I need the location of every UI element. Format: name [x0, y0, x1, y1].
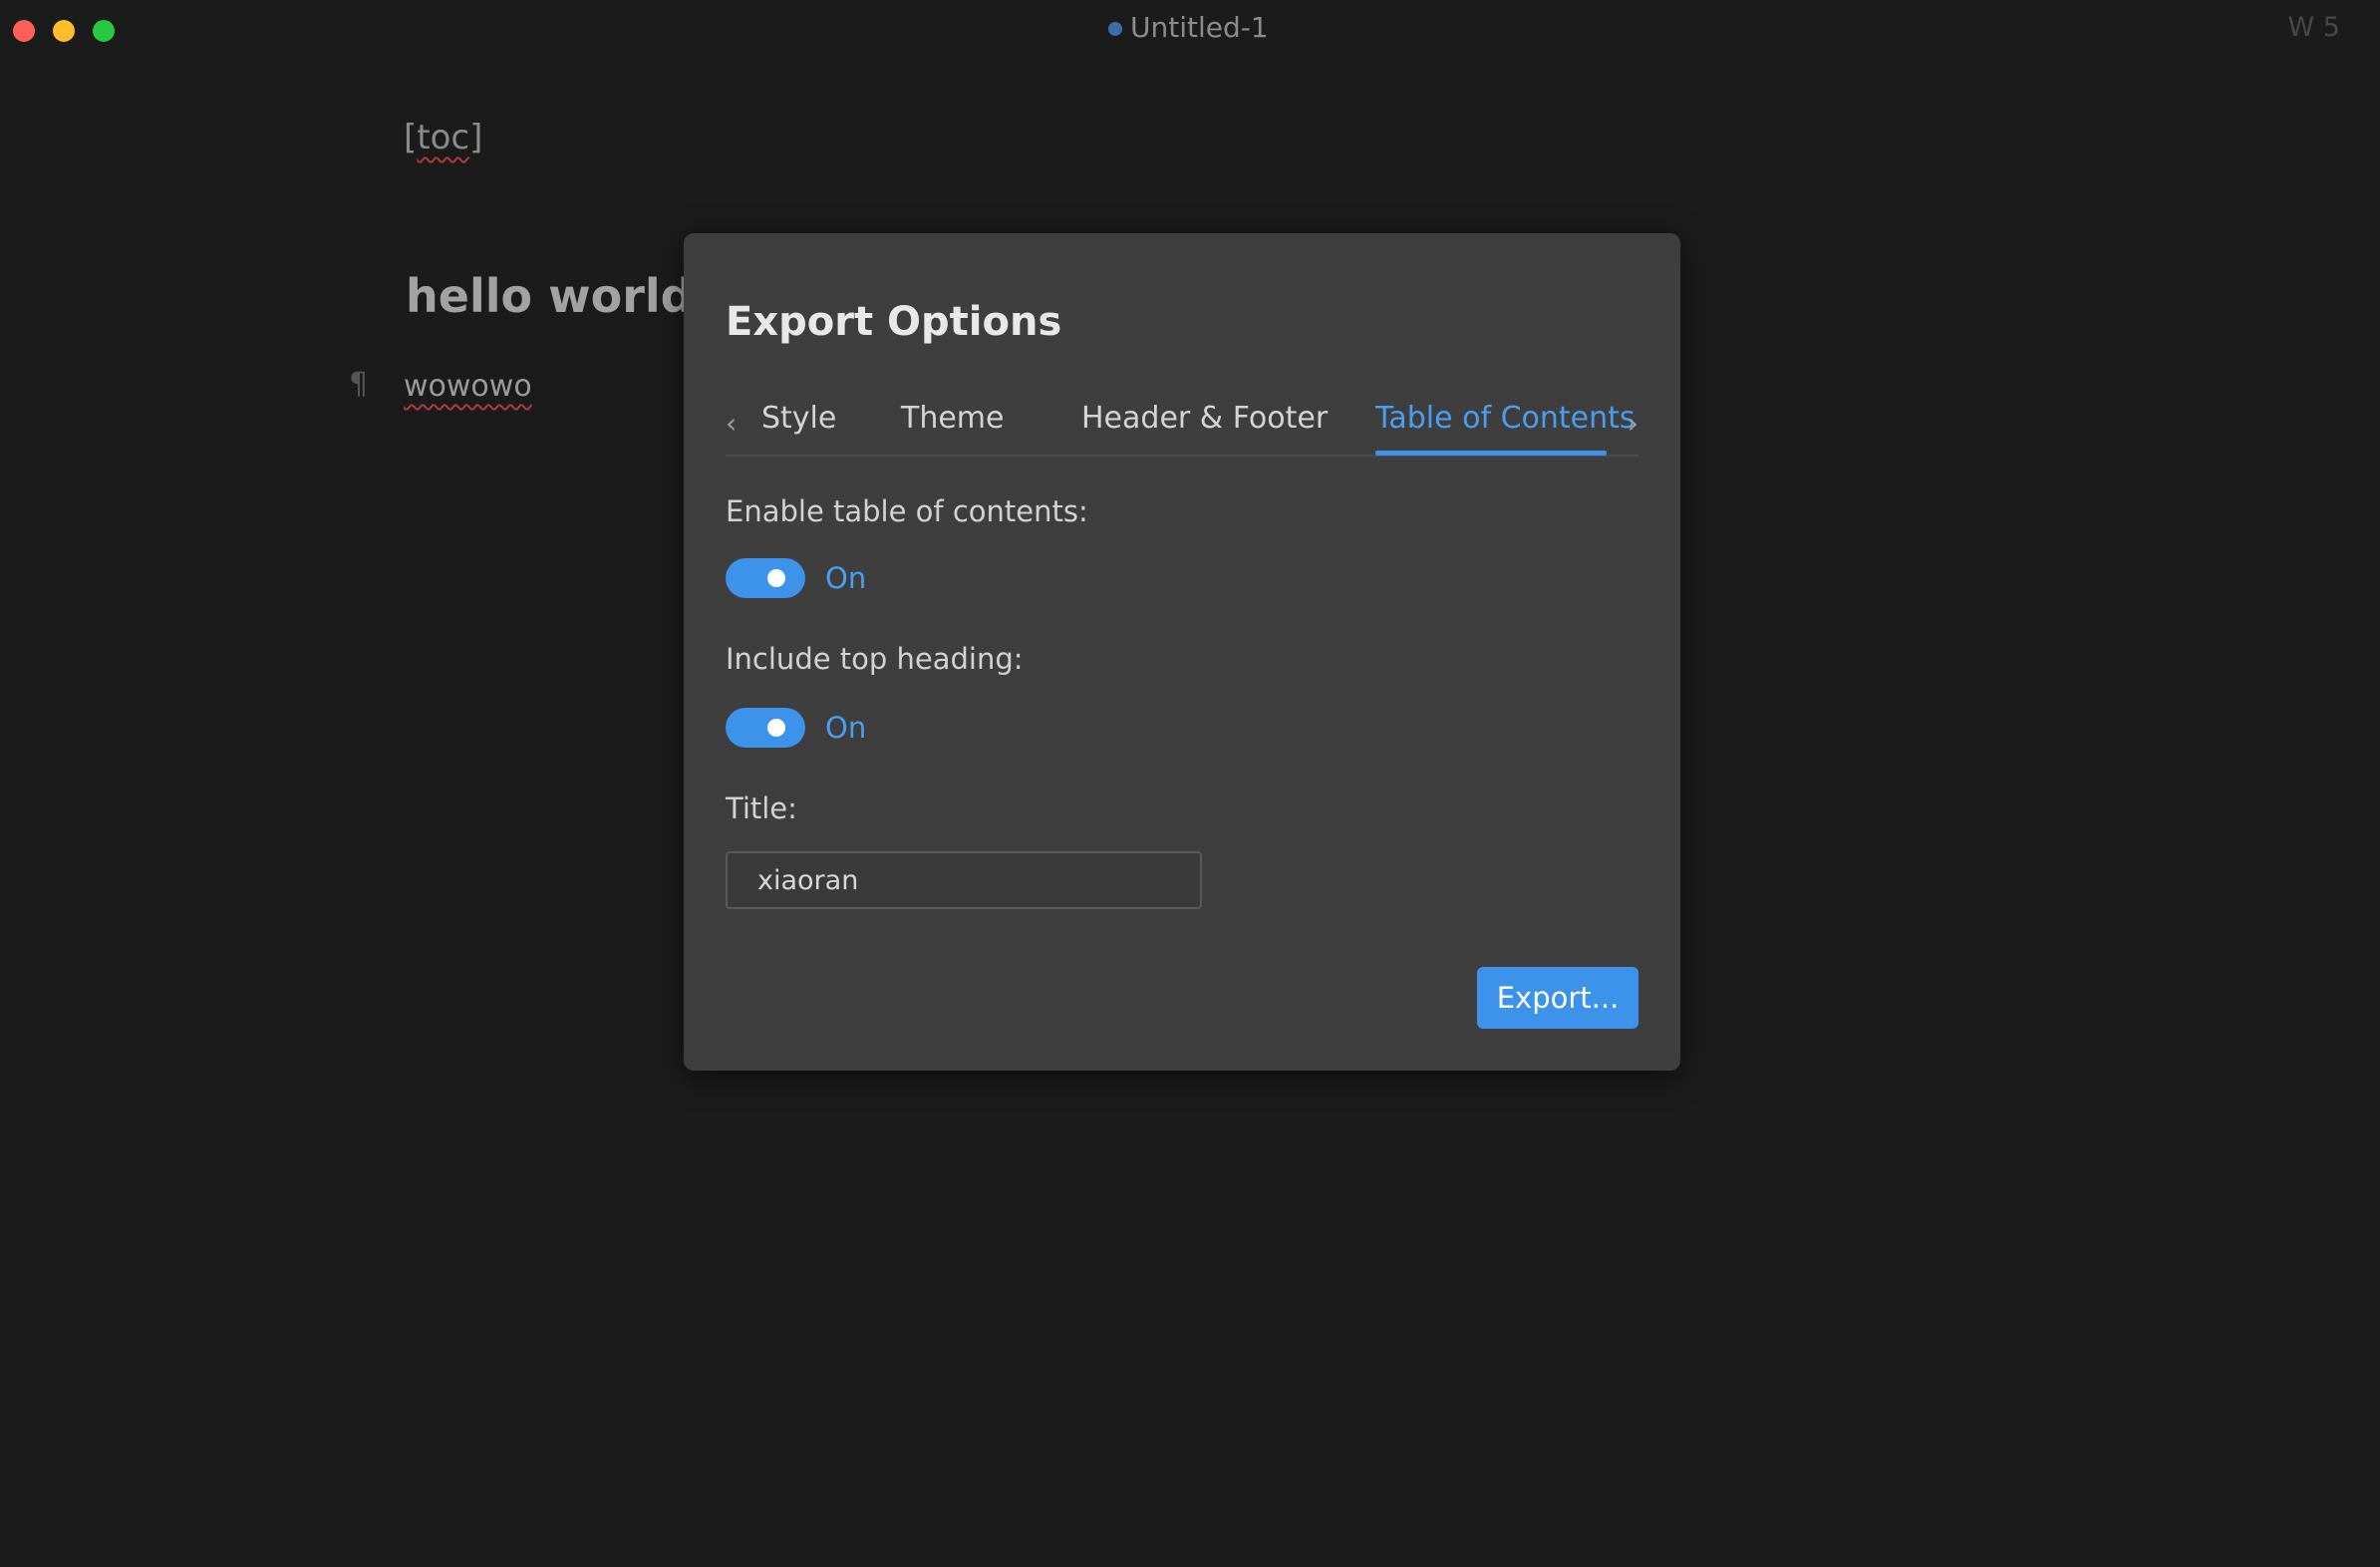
tab-header-footer[interactable]: Header & Footer: [1081, 401, 1328, 436]
active-tab-indicator: [1375, 451, 1607, 456]
toc-word: toc: [417, 118, 470, 157]
tab-table-of-contents[interactable]: Table of Contents: [1375, 401, 1636, 436]
word-count[interactable]: W 5: [2288, 12, 2340, 43]
include-top-heading-toggle-row: On: [726, 708, 866, 748]
tab-bar: ‹ Style Theme Header & Footer Table of C…: [726, 393, 1638, 457]
title-field-label: Title:: [726, 791, 797, 825]
export-options-dialog: Export Options ‹ Style Theme Header & Fo…: [684, 233, 1680, 1071]
toc-close-bracket: ]: [469, 118, 483, 157]
close-window-button[interactable]: [13, 20, 35, 42]
tab-style[interactable]: Style: [761, 401, 836, 436]
export-button[interactable]: Export...: [1477, 967, 1638, 1029]
enable-toc-toggle-row: On: [726, 558, 866, 598]
toc-tag[interactable]: [toc]: [404, 118, 482, 157]
toggle-knob: [767, 569, 785, 587]
unsaved-dot-icon: [1108, 22, 1122, 36]
toc-open-bracket: [: [404, 118, 418, 157]
app-window: Untitled-1 W 5 [toc] hello world ¶ wowow…: [0, 0, 2380, 1567]
include-top-heading-label: Include top heading:: [726, 642, 1024, 676]
chevron-left-icon[interactable]: ‹: [726, 407, 737, 440]
enable-toc-state: On: [825, 561, 867, 595]
editor-heading[interactable]: hello world: [406, 269, 694, 323]
editor-paragraph[interactable]: wowowo: [404, 369, 532, 404]
toggle-knob: [767, 719, 785, 737]
title-input[interactable]: [726, 851, 1202, 909]
window-title-text: Untitled-1: [1130, 10, 1269, 44]
minimize-window-button[interactable]: [53, 20, 75, 42]
tab-theme[interactable]: Theme: [901, 401, 1004, 436]
window-title: Untitled-1: [1108, 10, 1269, 44]
include-top-heading-toggle[interactable]: [726, 708, 805, 748]
enable-toc-label: Enable table of contents:: [726, 494, 1088, 528]
maximize-window-button[interactable]: [93, 20, 115, 42]
dialog-title: Export Options: [726, 299, 1062, 345]
enable-toc-toggle[interactable]: [726, 558, 805, 598]
pilcrow-icon: ¶: [349, 367, 369, 402]
chevron-right-icon[interactable]: ›: [1628, 407, 1638, 440]
include-top-heading-state: On: [825, 711, 867, 745]
